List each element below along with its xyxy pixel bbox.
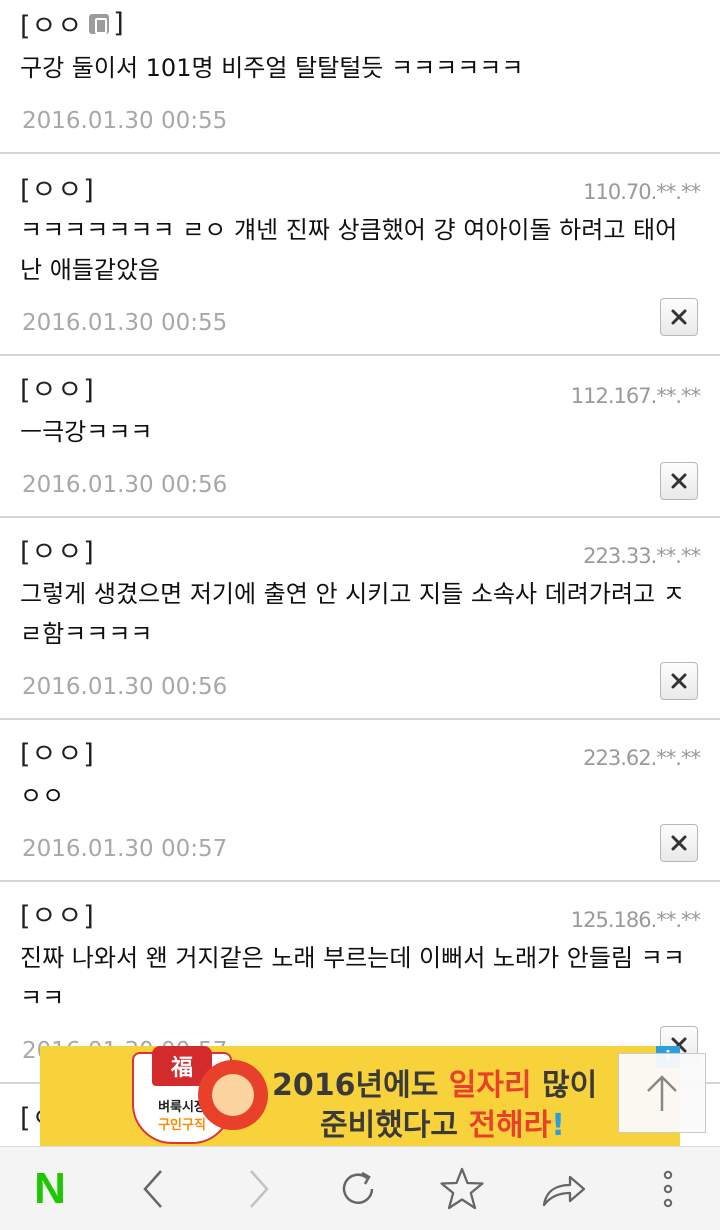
naver-home-icon: N: [34, 1164, 66, 1213]
comment-date: 2016.01.30 00:57: [22, 836, 228, 862]
comment-text: 그렇게 생겼으면 저기에 출연 안 시키고 지들 소속사 데려가려고 ㅈㄹ함ㅋㅋ…: [20, 580, 685, 648]
comment-text: 진짜 나와서 왠 거지같은 노래 부르는데 이뻐서 노래가 안들림 ㅋㅋㅋㅋ: [20, 944, 685, 1012]
ad-headline-2: 준비했다고 전해라!: [320, 1100, 565, 1144]
delete-button[interactable]: [660, 298, 698, 336]
close-icon: [671, 473, 687, 489]
delete-button[interactable]: [660, 462, 698, 500]
ad-text: 준비했다고: [320, 1108, 469, 1143]
comment-item: [ㅇㅇ] 110.70.**.** ㅋㅋㅋㅋㅋㅋㅋ ㄹㅇ 걔넨 진짜 상큼했어 …: [0, 154, 720, 356]
refresh-icon: [342, 1171, 374, 1204]
close-icon: [671, 835, 687, 851]
ad-banner[interactable]: 福 벼룩시장 구인구직 2016년에도 일자리 많이 준비했다고 전해라! i: [40, 1046, 680, 1146]
comment-author: [ㅇㅇ]: [20, 739, 95, 770]
comment-item: [ㅇㅇ] 223.62.**.** ㅇㅇ 2016.01.30 00:57: [0, 720, 720, 882]
forward-icon: [250, 1170, 269, 1208]
scroll-top-button[interactable]: [618, 1053, 706, 1133]
naver-home-button[interactable]: N: [0, 1147, 100, 1230]
ad-highlight: 전해라: [468, 1108, 552, 1143]
bookmark-button[interactable]: [412, 1147, 512, 1230]
ad-fu-text: 福: [170, 1056, 193, 1081]
comment-author: [ㅇㅇ]: [20, 537, 95, 568]
ad-highlight: 일자리: [448, 1068, 532, 1103]
comment-text: 구강 둘이서 101명 비주얼 탈탈털듯 ㅋㅋㅋㅋㅋㅋ: [20, 54, 524, 82]
close-icon: [671, 309, 687, 325]
delete-button[interactable]: [660, 662, 698, 700]
comment-text: ㅇㅇ: [20, 782, 65, 810]
comment-author: [ㅇㅇ]: [20, 375, 95, 406]
comment-ip: 112.167.**.**: [570, 384, 701, 408]
comment-ip: 223.62.**.**: [583, 746, 701, 770]
more-icon: [663, 1170, 673, 1208]
refresh-button[interactable]: [308, 1147, 408, 1230]
author-bracket: ]: [113, 8, 125, 39]
comment-author: [ㅇㅇ]: [20, 175, 95, 206]
comment-date: 2016.01.30 00:56: [22, 674, 228, 700]
author-name: [ㅇㅇ: [20, 11, 84, 42]
ad-text: !: [551, 1108, 565, 1143]
comment-text: ㅡ극강ㅋㅋㅋ: [20, 418, 153, 446]
ad-text: 2016년에도: [272, 1068, 449, 1103]
comment-text: ㅋㅋㅋㅋㅋㅋㅋ ㄹㅇ 걔넨 진짜 상큼했어 걍 여아이돌 하려고 태어난 애들같…: [20, 216, 678, 284]
comment-ip: 125.186.**.**: [570, 908, 701, 932]
ad-text: 많이: [531, 1068, 598, 1103]
back-button[interactable]: [104, 1147, 204, 1230]
comment-ip: 223.33.**.**: [583, 544, 701, 568]
browser-toolbar: N: [0, 1146, 720, 1230]
comment-date: 2016.01.30 00:55: [22, 310, 228, 336]
forward-button[interactable]: [208, 1147, 308, 1230]
close-icon: [671, 673, 687, 689]
comment-date: 2016.01.30 00:55: [22, 108, 228, 134]
comment-item: [ㅇㅇ] 223.33.**.** 그렇게 생겼으면 저기에 출연 안 시키고 …: [0, 518, 720, 720]
mobile-icon: [89, 13, 110, 34]
comment-item: [ㅇㅇ] 112.167.**.** ㅡ극강ㅋㅋㅋ 2016.01.30 00:…: [0, 356, 720, 518]
comment-item: [ㅇㅇ ] 구강 둘이서 101명 비주얼 탈탈털듯 ㅋㅋㅋㅋㅋㅋ 2016.0…: [0, 0, 720, 154]
ad-headline-1: 2016년에도 일자리 많이: [272, 1060, 597, 1104]
bookmark-star-icon: [440, 1167, 484, 1210]
more-menu-button[interactable]: [618, 1147, 718, 1230]
delete-button[interactable]: [660, 824, 698, 862]
share-icon: [542, 1175, 586, 1207]
comment-author: [ㅇㅇ ]: [20, 4, 125, 43]
monkey-face: [212, 1074, 254, 1116]
comment-ip: 110.70.**.**: [583, 180, 701, 204]
arrow-up-icon: [647, 1075, 677, 1111]
comment-author: [ㅇㅇ]: [20, 901, 95, 932]
back-icon: [143, 1170, 162, 1208]
comment-date: 2016.01.30 00:56: [22, 472, 228, 498]
share-button[interactable]: [514, 1147, 614, 1230]
